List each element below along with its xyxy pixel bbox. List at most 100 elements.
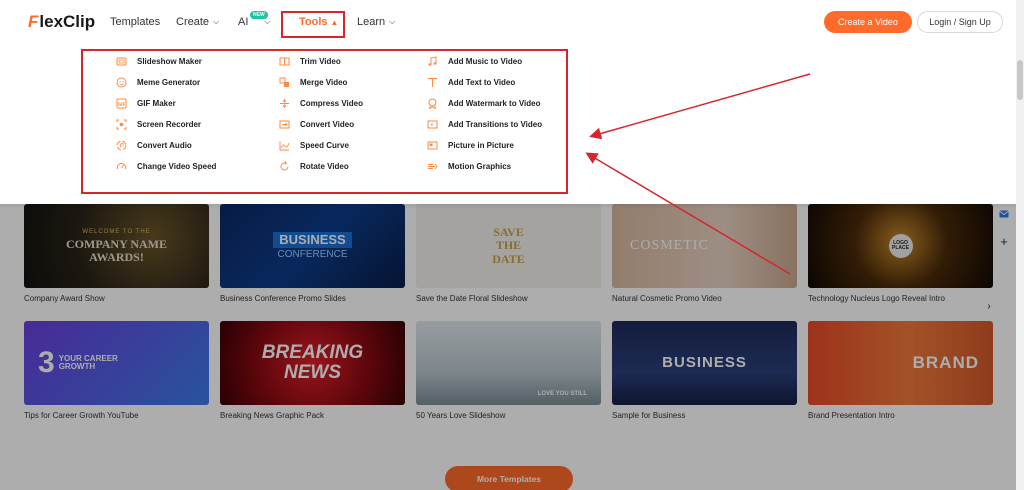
menu-item-rotate-video[interactable]: Rotate Video [279,161,349,172]
svg-text:GIF: GIF [118,102,126,107]
menu-item-merge-video[interactable]: Merge Video [279,77,347,88]
nav-ai[interactable]: AI ⌵ [238,0,270,44]
menu-item-picture-in-picture[interactable]: Picture in Picture [427,140,514,151]
template-thumbnail[interactable]: BRAND [808,321,993,405]
trim-icon [279,56,290,67]
transition-icon [427,119,438,130]
thumb-main-text: COSMETIC [630,237,709,253]
thumb-main-text: SAVE THE DATE [492,225,525,266]
nav-create[interactable]: Create ⌵ [176,0,219,44]
template-caption: Natural Cosmetic Promo Video [612,294,722,303]
template-thumbnail[interactable]: BUSINESS CONFERENCE [220,204,405,288]
login-signup-button[interactable]: Login / Sign Up [917,11,1003,33]
menu-item-meme-generator[interactable]: Meme Generator [116,77,200,88]
plus-icon[interactable]: + [995,232,1013,250]
menu-item-screen-recorder[interactable]: Screen Recorder [116,119,201,130]
menu-item-label: Add Transitions to Video [448,120,543,129]
template-caption: Business Conference Promo Slides [220,294,346,303]
template-thumbnail[interactable]: BREAKING NEWS [220,321,405,405]
menu-item-change-video-speed[interactable]: Change Video Speed [116,161,216,172]
mail-icon[interactable] [995,205,1013,223]
template-caption: Company Award Show [24,294,105,303]
chevron-up-icon: ▲ [330,17,339,27]
compress-icon [279,98,290,109]
thumb-main-text: COMPANY NAME AWARDS! [66,237,167,264]
menu-item-label: Change Video Speed [137,162,217,171]
nav-learn-label: Learn [357,16,386,28]
thumb-main-text: 3 [38,346,55,380]
template-caption: 50 Years Love Slideshow [416,411,506,420]
logo-text: lexClip [39,12,96,31]
menu-item-convert-audio[interactable]: Convert Audio [116,140,192,151]
template-card[interactable]: LOVE YOU STILL 50 Years Love Slideshow [416,321,601,420]
nav-tools-label: Tools [299,16,328,28]
menu-item-label: Add Music to Video [448,57,523,66]
nav-templates[interactable]: Templates [110,0,160,44]
chevron-right-icon[interactable]: › [980,297,998,315]
merge-icon [279,77,290,88]
template-card[interactable]: BREAKING NEWS Breaking News Graphic Pack [220,321,405,420]
menu-item-label: Merge Video [300,78,348,87]
template-card[interactable]: BUSINESS Sample for Business [612,321,797,420]
menu-item-convert-video[interactable]: Convert Video [279,119,354,130]
nav-ai-label: AI [238,16,249,28]
pip-icon [427,140,438,151]
menu-item-label: Compress Video [300,99,363,108]
menu-item-slideshow-maker[interactable]: Slideshow Maker [116,56,202,67]
thumb-main-text: BUSINESS [273,231,352,248]
menu-item-compress-video[interactable]: Compress Video [279,98,363,109]
thumb-sub-text: YOUR CAREER GROWTH [58,353,118,371]
slideshow-icon [116,56,127,67]
top-header: F lexClip Templates Create ⌵ AI ⌵ NEW To… [0,0,1024,44]
template-card[interactable]: 3 YOUR CAREER GROWTH Tips for Career Gro… [24,321,209,420]
page-scrollbar[interactable] [1016,0,1024,490]
template-thumbnail[interactable]: LOVE YOU STILL [416,321,601,405]
template-caption: Save the Date Floral Slideshow [416,294,528,303]
menu-item-trim-video[interactable]: Trim Video [279,56,341,67]
template-thumbnail[interactable]: WELCOME TO THE COMPANY NAME AWARDS! [24,204,209,288]
nav-templates-label: Templates [110,16,161,28]
create-video-button[interactable]: Create a Video [824,11,912,33]
template-thumbnail[interactable]: BUSINESS [612,321,797,405]
audio-convert-icon [116,140,127,151]
template-card[interactable]: SAVE THE DATE Save the Date Floral Slide… [416,204,601,303]
template-card[interactable]: WELCOME TO THE COMPANY NAME AWARDS! Comp… [24,204,209,303]
new-badge: NEW [250,11,268,19]
menu-item-gif-maker[interactable]: GIF GIF Maker [116,98,176,109]
speed-icon [116,161,127,172]
menu-item-motion-graphics[interactable]: Motion Graphics [427,161,511,172]
thumb-main-text: BREAKING NEWS [261,342,364,383]
menu-item-speed-curve[interactable]: Speed Curve [279,140,349,151]
menu-item-label: Add Text to Video [448,78,516,87]
menu-item-add-watermark[interactable]: Add Watermark to Video [427,98,540,109]
menu-item-add-transitions[interactable]: Add Transitions to Video [427,119,542,130]
chevron-down-icon: ⌵ [213,17,220,26]
tools-dropdown-menu: Slideshow Maker Meme Generator GIF GIF M… [0,44,1016,204]
menu-item-label: Motion Graphics [448,162,512,171]
text-icon [427,77,438,88]
speed-curve-icon [279,140,290,151]
template-card[interactable]: LOGO PLACE Technology Nucleus Logo Revea… [808,204,993,303]
template-card[interactable]: COSMETIC Natural Cosmetic Promo Video [612,204,797,303]
motion-icon [427,161,438,172]
nav-tools[interactable]: Tools ▲ [299,0,338,44]
flexclip-logo[interactable]: F lexClip [28,12,95,32]
menu-item-add-music[interactable]: Add Music to Video [427,56,522,67]
menu-item-add-text[interactable]: Add Text to Video [427,77,515,88]
template-caption: Tips for Career Growth YouTube [24,411,139,420]
template-thumbnail[interactable]: 3 YOUR CAREER GROWTH [24,321,209,405]
scrollbar-thumb[interactable] [1017,60,1023,100]
menu-item-label: Picture in Picture [448,141,514,150]
more-templates-button[interactable]: More Templates [445,466,573,490]
rotate-icon [279,161,290,172]
watermark-icon [427,98,438,109]
template-thumbnail[interactable]: SAVE THE DATE [416,204,601,288]
template-card[interactable]: BUSINESS CONFERENCE Business Conference … [220,204,405,303]
thumb-top-text: WELCOME TO THE [82,228,151,235]
menu-item-label: Convert Audio [137,141,192,150]
template-thumbnail[interactable]: LOGO PLACE [808,204,993,288]
nav-learn[interactable]: Learn ⌵ [357,0,395,44]
template-thumbnail[interactable]: COSMETIC [612,204,797,288]
template-card[interactable]: BRAND Brand Presentation Intro [808,321,993,420]
menu-item-label: Rotate Video [300,162,349,171]
